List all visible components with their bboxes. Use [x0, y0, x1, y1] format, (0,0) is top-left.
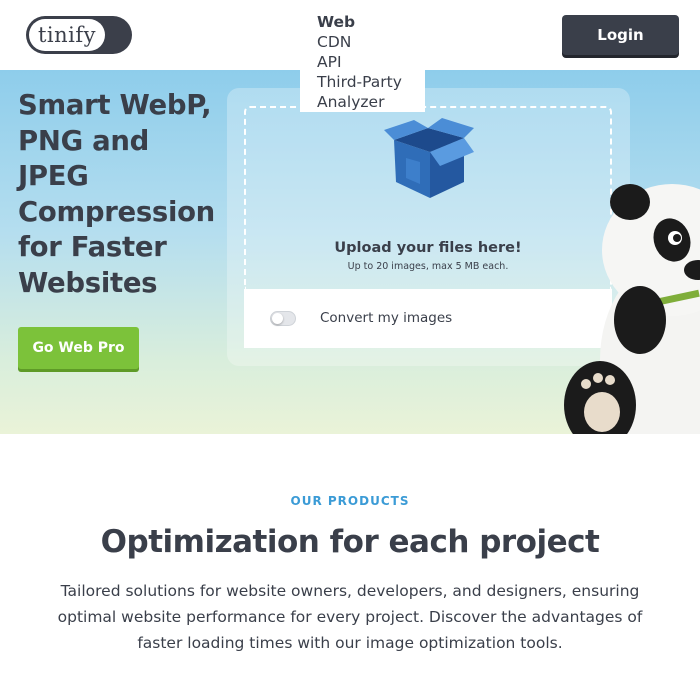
upload-subtitle: Up to 20 images, max 5 MB each. [347, 261, 509, 272]
hero-section: Smart WebP, PNG and JPEG Compression for… [0, 70, 700, 434]
site-header: tinify Web CDN API Third-Party Analyzer … [0, 0, 700, 112]
nav-item-third-party[interactable]: Third-Party [317, 72, 425, 92]
section-eyebrow: OUR PRODUCTS [290, 494, 410, 508]
logo-text: tinify [37, 23, 97, 47]
hero-title: Smart WebP, PNG and JPEG Compression for… [18, 89, 215, 299]
nav-dropdown: Web CDN API Third-Party Analyzer [300, 10, 425, 112]
convert-label: Convert my images [320, 310, 453, 326]
nav-item-api[interactable]: API [317, 52, 425, 72]
upload-title: Upload your files here! [334, 240, 522, 256]
logo-badge: tinify [29, 19, 105, 51]
login-button[interactable]: Login [562, 15, 679, 55]
tinify-logo[interactable]: tinify [26, 16, 132, 54]
nav-item-cdn[interactable]: CDN [317, 32, 425, 52]
panda-mascot [564, 184, 700, 434]
nav-item-web[interactable]: Web [317, 12, 425, 32]
toggle-knob [272, 313, 283, 324]
section-title: Optimization for each project [100, 524, 600, 560]
convert-toggle[interactable] [270, 311, 296, 326]
go-web-pro-button[interactable]: Go Web Pro [18, 327, 139, 369]
box-icon [384, 118, 474, 198]
nav-item-analyzer[interactable]: Analyzer [317, 92, 425, 112]
convert-row: Convert my images [244, 289, 612, 348]
section-description: Tailored solutions for website owners, d… [57, 582, 643, 652]
